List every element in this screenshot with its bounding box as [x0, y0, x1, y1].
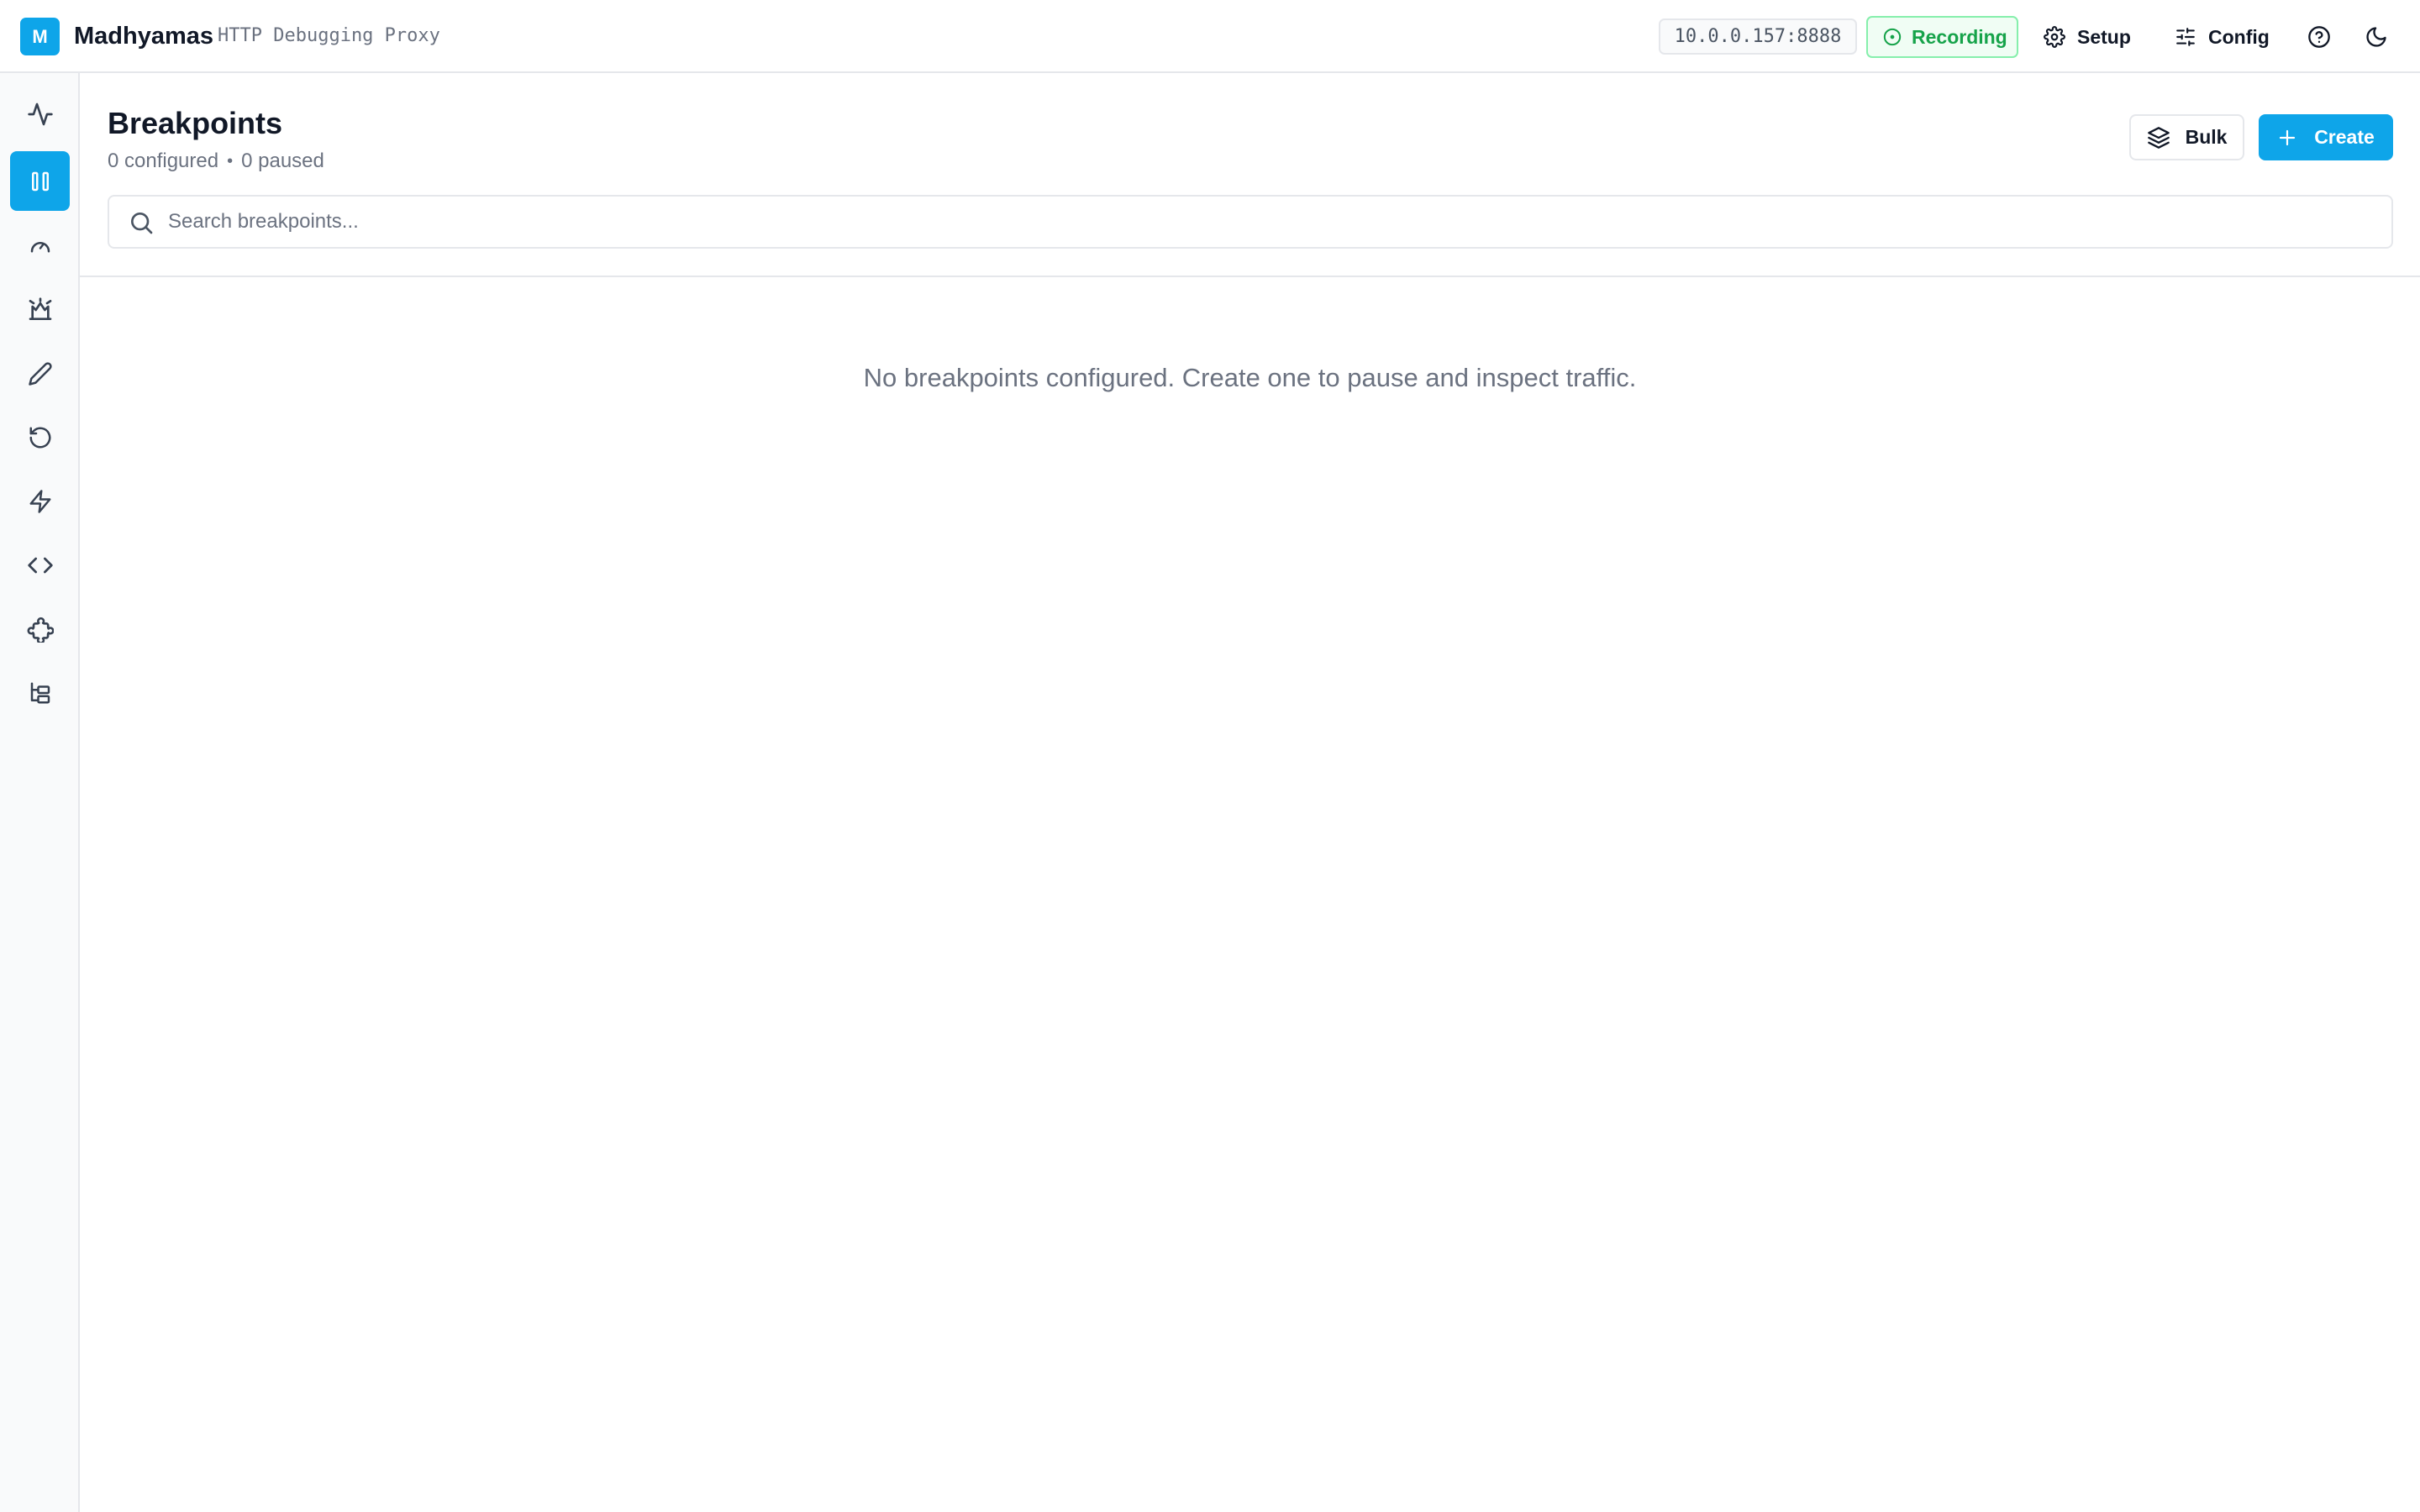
plus-icon — [2277, 128, 2297, 148]
app-logo[interactable]: M — [20, 18, 60, 55]
app-name: Madhyamas — [74, 23, 214, 50]
theme-toggle-button[interactable] — [2358, 18, 2395, 55]
sidebar-item-structure[interactable] — [10, 663, 70, 722]
sidebar-item-traffic[interactable] — [10, 84, 70, 144]
activity-icon — [27, 101, 54, 128]
create-button[interactable]: Create — [2259, 114, 2393, 160]
rotate-ccw-icon — [28, 425, 53, 450]
breakpoint-stats: 0 configured • 0 paused — [108, 148, 324, 175]
empty-state-message: No breakpoints configured. Create one to… — [863, 363, 1637, 392]
configured-count: 0 configured — [108, 150, 219, 172]
recording-toggle[interactable]: Recording — [1866, 16, 2018, 58]
setup-button[interactable]: Setup — [2044, 16, 2131, 58]
layers-icon — [2147, 126, 2170, 150]
config-button[interactable]: Config — [2175, 16, 2270, 58]
gauge-icon — [28, 234, 53, 259]
zap-icon — [28, 489, 53, 514]
paused-count: 0 paused — [241, 150, 324, 172]
header-divider — [80, 276, 2420, 277]
sliders-icon — [2175, 26, 2196, 48]
puzzle-icon — [27, 616, 54, 643]
sidebar — [0, 73, 80, 1512]
search-icon — [128, 209, 155, 236]
sidebar-item-breakpoints[interactable] — [10, 151, 70, 211]
moon-icon — [2365, 25, 2388, 49]
page-title: Breakpoints — [108, 106, 283, 140]
top-bar: M Madhyamas HTTP Debugging Proxy 10.0.0.… — [0, 0, 2420, 73]
sidebar-item-replay[interactable] — [10, 407, 70, 467]
gear-icon — [2044, 26, 2065, 48]
sidebar-item-plugins[interactable] — [10, 599, 70, 659]
sidebar-item-code[interactable] — [10, 535, 70, 595]
tree-icon — [28, 680, 53, 706]
help-circle-icon — [2307, 25, 2331, 49]
pause-icon — [28, 169, 53, 194]
stats-separator: • — [227, 152, 234, 171]
proxy-address[interactable]: 10.0.0.157:8888 — [1659, 18, 1857, 55]
recording-icon — [1883, 28, 1902, 46]
search-input[interactable] — [168, 203, 2370, 240]
app-subtitle: HTTP Debugging Proxy — [218, 25, 440, 46]
config-label: Config — [2208, 25, 2270, 48]
create-label: Create — [2314, 126, 2375, 148]
setup-label: Setup — [2077, 25, 2131, 48]
sidebar-item-rewrite[interactable] — [10, 344, 70, 403]
bulk-label: Bulk — [2185, 126, 2228, 148]
search-box[interactable] — [108, 195, 2393, 249]
pencil-icon — [28, 361, 53, 386]
sidebar-item-throttle[interactable] — [10, 216, 70, 276]
code-icon — [27, 552, 54, 579]
recording-label: Recording — [1912, 25, 2007, 48]
bulk-button[interactable]: Bulk — [2129, 114, 2244, 160]
sidebar-item-map-rules[interactable] — [10, 280, 70, 339]
map-rules-icon — [27, 297, 54, 323]
sidebar-item-scripts[interactable] — [10, 471, 70, 531]
help-button[interactable] — [2301, 18, 2338, 55]
